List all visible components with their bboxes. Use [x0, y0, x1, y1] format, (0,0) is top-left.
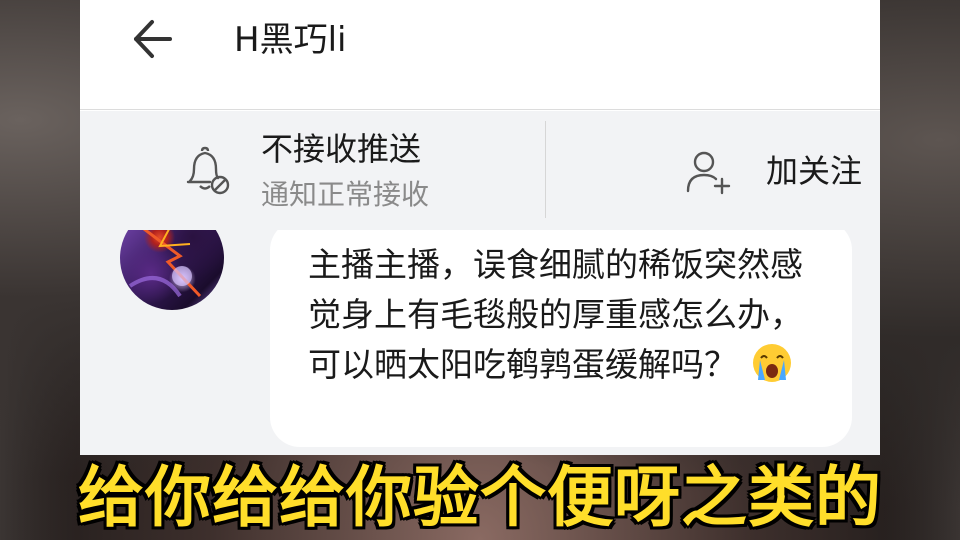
- follow-label: 加关注: [766, 152, 863, 190]
- action-bar: 不接收推送 通知正常接收 加关注: [80, 111, 880, 230]
- arrow-left-icon[interactable]: [128, 16, 176, 62]
- avatar-art: [128, 230, 202, 298]
- chat-title: H黑巧li: [234, 20, 347, 60]
- user-plus-icon: [686, 151, 731, 195]
- message-text-block: 主播主播，误食细腻的稀饭突然感觉身上有毛毯般的厚重感怎么办，可以晒太阳吃鹌鹑蛋缓…: [308, 240, 818, 390]
- follow-button[interactable]: 加关注: [546, 111, 880, 230]
- push-setting-button[interactable]: 不接收推送 通知正常接收: [80, 111, 545, 230]
- video-subtitle: 给你给给你验个便呀之类的: [78, 459, 882, 536]
- top-bar: H黑巧li: [80, 0, 880, 110]
- push-setting-sublabel: 通知正常接收: [261, 178, 430, 211]
- crying-face-icon: [753, 344, 791, 382]
- bell-off-icon: [186, 146, 230, 195]
- message-text: 主播主播，误食细腻的稀饭突然感觉身上有毛毯般的厚重感怎么办，可以晒太阳吃鹌鹑蛋缓…: [308, 245, 803, 384]
- push-setting-label: 不接收推送: [261, 130, 422, 168]
- message-bubble[interactable]: 主播主播，误食细腻的稀饭突然感觉身上有毛毯般的厚重感怎么办，可以晒太阳吃鹌鹑蛋缓…: [270, 230, 852, 447]
- phone-screen: H黑巧li 不接收推送 通知正常接收 加关注 主播主播，误食细腻的稀饭突然感觉身…: [80, 0, 880, 455]
- chat-area: 主播主播，误食细腻的稀饭突然感觉身上有毛毯般的厚重感怎么办，可以晒太阳吃鹌鹑蛋缓…: [80, 230, 880, 455]
- sender-avatar[interactable]: [120, 230, 224, 310]
